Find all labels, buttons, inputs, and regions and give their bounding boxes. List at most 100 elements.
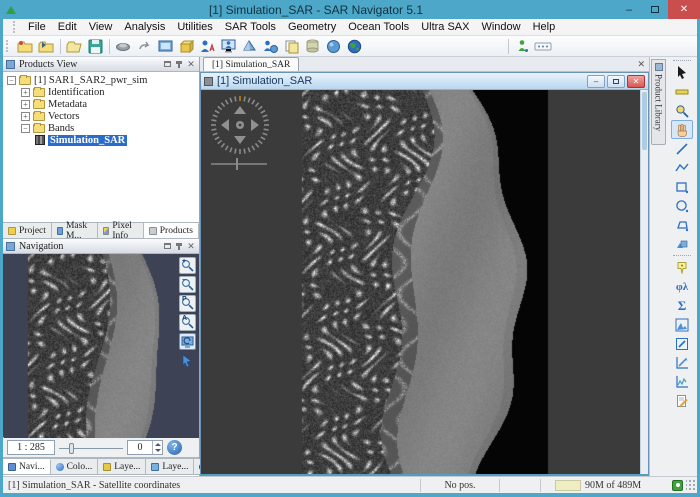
menu-help[interactable]: Help [527,21,562,33]
menu-window[interactable]: Window [475,21,526,33]
commands-button[interactable] [533,37,554,56]
expand-expander-icon[interactable]: + [21,88,30,97]
select-tool-button[interactable] [671,63,693,82]
menu-geometry[interactable]: Geometry [282,21,342,33]
sync-view-button[interactable] [179,333,196,350]
pin-tool-button[interactable] [671,258,693,277]
sphere-button[interactable] [323,37,344,56]
analysis-button[interactable] [197,37,218,56]
vertical-scrollbar[interactable] [640,90,648,474]
sar-image-view[interactable] [201,90,648,474]
menu-view[interactable]: View [83,21,119,33]
menu-ocean-tools[interactable]: Ocean Tools [342,21,415,33]
assistant-button[interactable] [512,37,533,56]
tab-pixel-info[interactable]: Pixel Info [98,223,143,238]
pan-up-arrow[interactable] [234,106,246,114]
ellipse-tool-button[interactable] [671,196,693,215]
float-panel-button[interactable] [162,59,172,69]
monitor-user-button[interactable] [218,37,239,56]
zoom-out-button[interactable]: − [179,276,196,293]
sync-cursor-button[interactable] [179,352,196,369]
shapes-tool-button[interactable] [671,234,693,253]
mosaic-button[interactable] [113,37,134,56]
expand-expander-icon[interactable]: + [21,100,30,109]
tree-item-simulation-sar[interactable]: Simulation_SAR [3,134,199,146]
profile-plot-tool-button[interactable] [671,372,693,391]
tree-item-bands[interactable]: − Bands [3,122,199,134]
zoom-in-button[interactable]: + [179,257,196,274]
slider-thumb[interactable] [69,443,74,454]
tree-item-identification[interactable]: + Identification [3,86,199,98]
navigation-thumbnail-canvas[interactable] [4,254,199,438]
globe-user-button[interactable] [260,37,281,56]
menu-ultra-sax[interactable]: Ultra SAX [415,21,475,33]
tab-layer-manager[interactable]: Laye... [98,459,146,474]
collapse-expander-icon[interactable]: − [21,124,30,133]
geo-coordinates-tool-button[interactable]: φλ [671,277,693,296]
tab-product-library[interactable]: Product Library [651,59,666,145]
spin-down-icon[interactable] [155,449,161,452]
pin-panel-button[interactable] [174,241,184,251]
menu-file[interactable]: File [22,21,52,33]
package-button[interactable] [176,37,197,56]
garbage-collect-button[interactable] [672,480,683,491]
ruler-tool-button[interactable] [671,82,693,101]
tree-item-metadata[interactable]: + Metadata [3,98,199,110]
spin-up-icon[interactable] [155,443,161,446]
edit-tool-button[interactable] [671,334,693,353]
notes-tool-button[interactable] [671,391,693,410]
menu-sar-tools[interactable]: SAR Tools [219,21,282,33]
compass-widget[interactable] [209,94,273,174]
pin-panel-button[interactable] [174,59,184,69]
open-button[interactable] [64,37,85,56]
scrollbar-thumb[interactable] [642,92,647,150]
close-panel-button[interactable]: ✕ [186,59,196,69]
save-button[interactable] [85,37,106,56]
tab-layer-editor[interactable]: Laye... [146,459,194,474]
rotation-spinner[interactable]: 0 [127,440,163,455]
tab-mask-manager[interactable]: Mask M... [52,223,98,238]
screen-view-button[interactable] [155,37,176,56]
tab-project[interactable]: Project [3,223,52,238]
menu-edit[interactable]: Edit [52,21,83,33]
zoom-all-button[interactable]: A [179,314,196,331]
close-product-button[interactable] [36,37,57,56]
undo-button[interactable] [134,37,155,56]
collapse-expander-icon[interactable]: − [7,76,16,85]
spinner-arrows[interactable] [152,441,162,454]
resize-grip[interactable] [686,480,696,491]
image-window-restore-button[interactable] [607,75,625,88]
open-product-button[interactable] [15,37,36,56]
rectangle-tool-button[interactable] [671,177,693,196]
histogram-tool-button[interactable] [671,315,693,334]
pan-left-arrow[interactable] [221,119,229,131]
3d-view-button[interactable] [239,37,260,56]
help-button[interactable]: ? [167,440,182,455]
statistics-tool-button[interactable]: Σ [671,296,693,315]
maximize-button[interactable] [642,1,668,18]
minimize-button[interactable]: – [616,1,642,18]
navigation-thumbnail-view[interactable]: + − P A [3,254,199,438]
tree-item-vectors[interactable]: + Vectors [3,110,199,122]
image-window-minimize-button[interactable]: – [587,75,605,88]
tree-item-product-root[interactable]: − [1] SAR1_SAR2_pwr_sim [3,74,199,86]
pan-right-arrow[interactable] [251,119,259,131]
pan-down-arrow[interactable] [234,136,246,144]
expand-expander-icon[interactable]: + [21,112,30,121]
menu-utilities[interactable]: Utilities [171,21,218,33]
zoom-selection-button[interactable]: P [179,295,196,312]
image-window-close-button[interactable]: ✕ [627,75,645,88]
layers-button[interactable] [281,37,302,56]
document-tab-simulation-sar[interactable]: [1] Simulation_SAR [203,57,299,71]
tab-products[interactable]: Products [144,223,199,238]
float-panel-button[interactable] [162,241,172,251]
polyline-tool-button[interactable] [671,158,693,177]
tab-colour-manipulation[interactable]: Colo... [51,459,99,474]
scatter-plot-tool-button[interactable] [671,353,693,372]
line-tool-button[interactable] [671,139,693,158]
zoom-slider[interactable] [59,441,123,455]
close-button[interactable]: ✕ [668,0,700,19]
earth-button[interactable] [344,37,365,56]
zoom-tool-button[interactable] [671,101,693,120]
document-close-icon[interactable]: ✕ [637,59,645,70]
